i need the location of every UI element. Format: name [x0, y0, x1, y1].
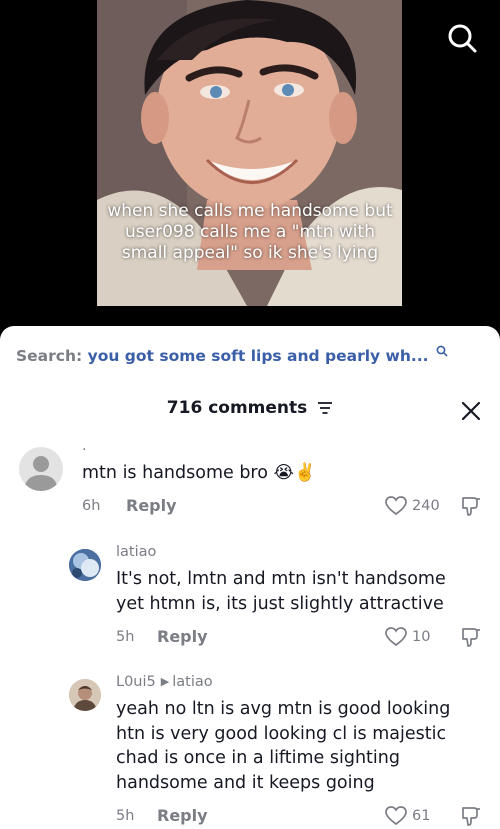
filter-icon[interactable]: [317, 401, 333, 415]
comment-username: L0ui5 ▶ latiao: [116, 674, 213, 690]
search-icon: [436, 345, 448, 357]
comment-username[interactable]: latiao: [116, 544, 156, 560]
heart-icon[interactable]: [385, 496, 407, 516]
like-count: 240: [412, 498, 440, 514]
comment-username-link[interactable]: L0ui5: [116, 674, 156, 690]
related-search[interactable]: Search: you got some soft lips and pearl…: [16, 345, 486, 369]
comment-time: 6h: [82, 498, 101, 514]
comment-item: latiao It's not, lmtn and mtn isn't hand…: [0, 544, 500, 664]
search-icon: [448, 24, 477, 53]
comment-text: It's not, lmtn and mtn isn't handsome ye…: [116, 569, 446, 614]
video-caption: when she calls me handsome but user098 c…: [107, 201, 393, 263]
heart-icon[interactable]: [385, 627, 407, 647]
user-avatar-image: [69, 549, 101, 581]
default-avatar-icon: [24, 456, 58, 491]
dislike-icon[interactable]: [460, 495, 482, 517]
dislike-icon[interactable]: [460, 626, 482, 648]
reply-arrow-icon: ▶: [160, 675, 170, 688]
reply-to-username[interactable]: latiao: [172, 674, 212, 690]
comment-item: . mtn is handsome bro 😭✌️ 6h Reply 240: [0, 438, 500, 528]
comments-header: 716 comments: [0, 398, 500, 422]
like-count: 61: [412, 808, 431, 824]
comment-text: yeah no ltn is avg mtn is good looking h…: [116, 699, 451, 793]
close-button[interactable]: [460, 400, 482, 422]
avatar[interactable]: [19, 447, 63, 491]
reply-button[interactable]: Reply: [126, 496, 177, 515]
close-icon: [461, 401, 481, 421]
comment-username[interactable]: .: [82, 438, 87, 454]
video-player[interactable]: when she calls me handsome but user098 c…: [0, 0, 500, 345]
avatar[interactable]: [69, 679, 101, 711]
like-count: 10: [412, 629, 431, 645]
comment-item: L0ui5 ▶ latiao yeah no ltn is avg mtn is g…: [0, 674, 500, 829]
heart-icon[interactable]: [385, 806, 407, 826]
comment-time: 5h: [116, 808, 135, 824]
search-query-link[interactable]: you got some soft lips and pearly wh...: [88, 347, 429, 365]
dislike-icon[interactable]: [460, 805, 482, 827]
comment-time: 5h: [116, 629, 135, 645]
search-label: Search:: [16, 347, 83, 365]
reply-button[interactable]: Reply: [157, 627, 208, 646]
video-thumbnail: when she calls me handsome but user098 c…: [97, 0, 402, 306]
reply-button[interactable]: Reply: [157, 806, 208, 825]
search-button[interactable]: [444, 20, 480, 56]
user-avatar-image: [69, 679, 101, 711]
comments-count: 716 comments: [166, 398, 308, 418]
comment-text: mtn is handsome bro 😭✌️: [82, 463, 316, 483]
comments-sheet: Search: you got some soft lips and pearl…: [0, 326, 500, 829]
avatar[interactable]: [69, 549, 101, 581]
